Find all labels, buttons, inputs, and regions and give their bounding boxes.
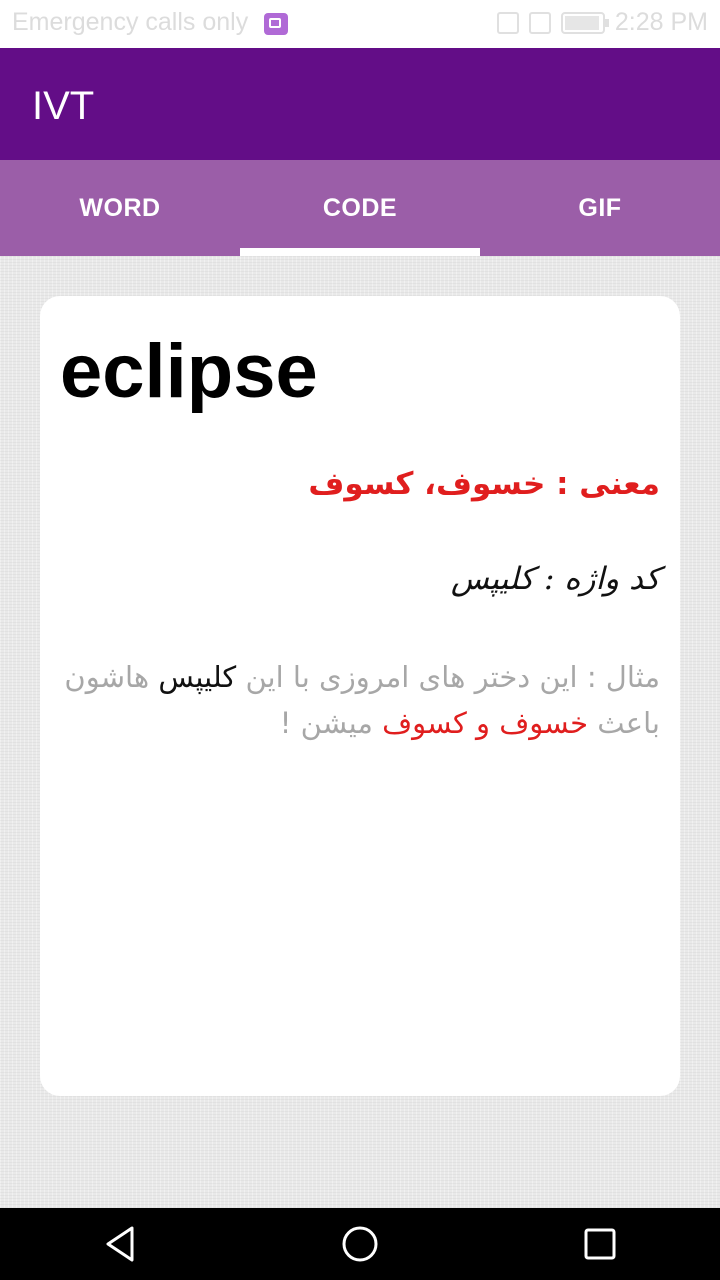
recents-button[interactable] — [560, 1208, 640, 1280]
recents-icon — [584, 1228, 616, 1260]
gallery-notification-icon — [264, 13, 288, 35]
carrier-text: Emergency calls only — [12, 8, 249, 36]
word-card: eclipse معنی : خسوف، کسوف کد واژه : کلیپ… — [40, 296, 680, 1096]
example-keyword: کلیپس — [158, 660, 237, 694]
status-icons: 2:28 PM — [496, 8, 708, 37]
example-highlight: خسوف و کسوف — [382, 706, 589, 740]
sim-icon — [496, 11, 519, 34]
sim-2-icon — [528, 11, 551, 34]
battery-icon — [560, 11, 609, 34]
code-word: کد واژه : کلیپس — [450, 561, 660, 597]
back-icon — [106, 1226, 134, 1262]
back-button[interactable] — [80, 1208, 160, 1280]
app-bar: IVT — [0, 48, 720, 160]
content-area: eclipse معنی : خسوف، کسوف کد واژه : کلیپ… — [0, 256, 720, 1208]
status-bar: Emergency calls only 2:28 PM — [0, 0, 720, 48]
clock: 2:28 PM — [614, 8, 708, 36]
tab-bar: WORD CODE GIF — [0, 160, 720, 256]
word-title: eclipse — [60, 329, 318, 414]
example-sentence: مثال : این دختر های امروزی با این کلیپس … — [60, 654, 660, 746]
home-icon — [342, 1226, 378, 1262]
tab-code[interactable]: CODE — [240, 160, 480, 256]
word-meaning: معنی : خسوف، کسوف — [308, 466, 660, 502]
app-title: IVT — [32, 84, 95, 128]
tab-word[interactable]: WORD — [0, 160, 240, 256]
tab-gif[interactable]: GIF — [480, 160, 720, 256]
example-text-1: مثال : این دختر های امروزی با این — [236, 660, 660, 694]
navigation-bar — [0, 1208, 720, 1280]
example-text-3: میشن ! — [279, 706, 383, 740]
home-button[interactable] — [320, 1208, 400, 1280]
